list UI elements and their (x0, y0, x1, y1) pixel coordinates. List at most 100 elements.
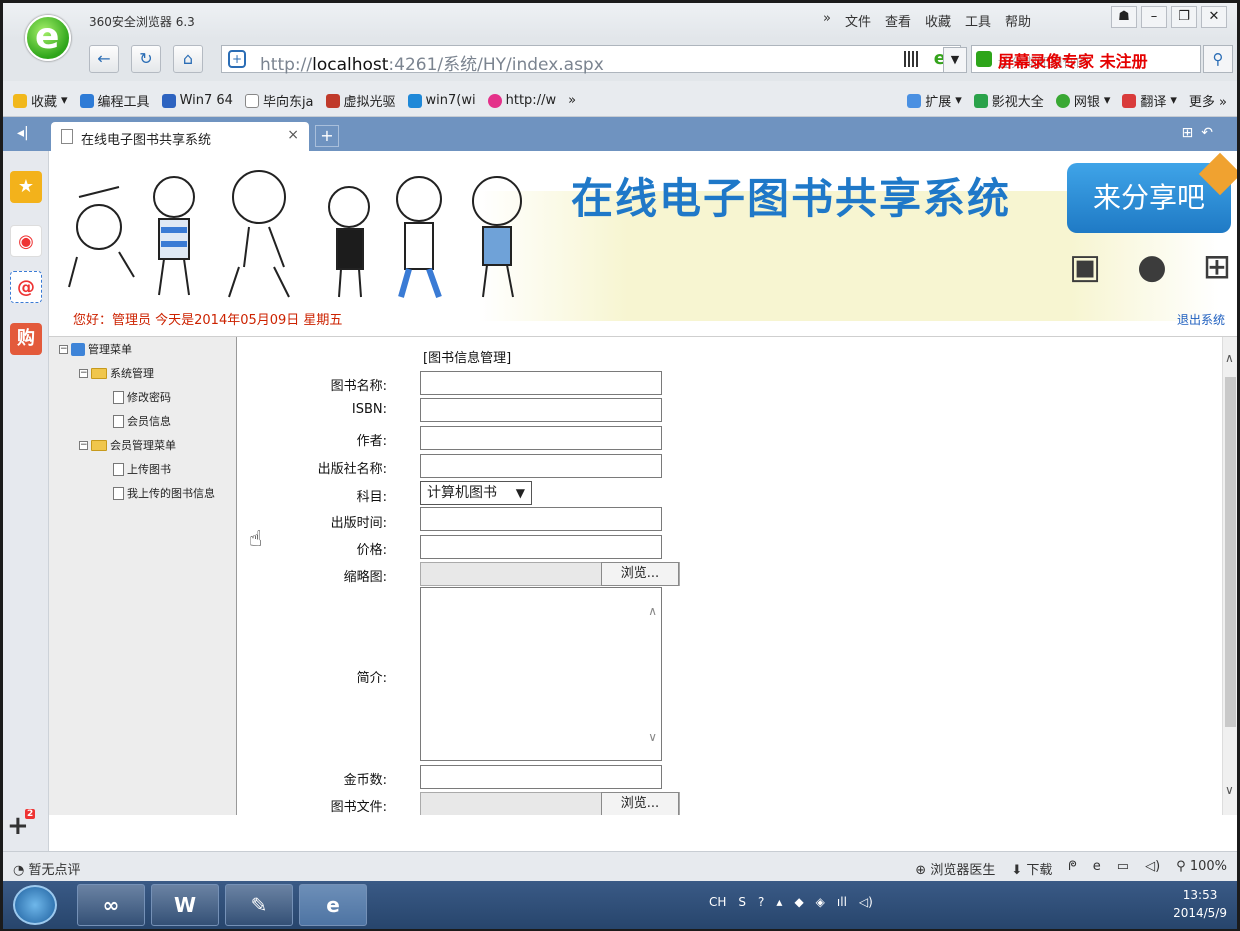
fav-programming[interactable]: 编程工具 (79, 91, 150, 110)
fav-win7wi[interactable]: win7(wi (407, 91, 476, 110)
tree-root[interactable]: − 管理菜单 (59, 341, 132, 357)
restore-button[interactable]: ❐ (1171, 6, 1197, 28)
scroll-up-icon[interactable]: ∧ (648, 604, 657, 618)
star-folder-icon (13, 93, 27, 108)
scroll-thumb[interactable] (1225, 377, 1236, 727)
scroll-up-icon[interactable]: ∧ (1225, 351, 1234, 365)
refresh-icon[interactable]: ↻ (131, 45, 161, 73)
mode-icon[interactable]: ᖘ (1068, 859, 1076, 878)
fav-virtual-drive[interactable]: 虚拟光驱 (325, 91, 396, 110)
qr-code-icon[interactable] (904, 51, 920, 67)
start-button[interactable] (13, 885, 57, 925)
yen-icon (1055, 93, 1070, 108)
tree-item-my-books[interactable]: 我上传的图书信息 (113, 485, 215, 501)
page-comment[interactable]: ◔ 暂无点评 (13, 859, 81, 878)
home-icon[interactable]: ⌂ (173, 45, 203, 73)
skin-icon[interactable]: ☗ (1111, 6, 1137, 28)
author-field[interactable] (420, 426, 662, 450)
tree-item-change-password[interactable]: 修改密码 (113, 389, 171, 405)
add-sidebar-icon[interactable]: +2 (7, 809, 36, 841)
minimize-button[interactable]: – (1141, 6, 1167, 28)
weibo-icon[interactable]: ◉ (10, 225, 42, 257)
menu-favorites[interactable]: 收藏 (925, 11, 951, 30)
zoom-level[interactable]: ⚲ 100% (1176, 859, 1227, 878)
publisher-field[interactable] (420, 454, 662, 478)
collapse-icon[interactable]: − (79, 440, 88, 450)
close-button[interactable]: ✕ (1201, 6, 1227, 28)
download[interactable]: ⬇ 下载 (1011, 859, 1052, 878)
mail-icon[interactable]: @ (10, 271, 42, 303)
drive-icon (325, 93, 340, 108)
search-icon[interactable]: ⚲ (1203, 45, 1233, 73)
tree-item-upload-book[interactable]: 上传图书 (113, 461, 171, 477)
tree-group-member[interactable]: − 会员管理菜单 (79, 437, 176, 453)
menu-more[interactable]: » (823, 11, 831, 30)
tab-tools[interactable]: ⊞↶ (1182, 125, 1221, 141)
fav-bank[interactable]: 网银 ▾ (1055, 91, 1110, 110)
fav-translate[interactable]: 翻译 ▾ (1122, 91, 1177, 110)
intro-textarea[interactable]: ∧ ∨ (420, 587, 662, 761)
taskbar-notepad-icon[interactable]: ✎ (225, 884, 293, 926)
back-icon[interactable]: ← (89, 45, 119, 73)
fav-http[interactable]: http://w (487, 91, 556, 110)
thumbnail-file-input[interactable]: 浏览... (420, 562, 680, 586)
new-tab-button[interactable]: + (315, 125, 339, 147)
url-text[interactable]: http://localhost:4261/系统/HY/index.aspx (260, 50, 604, 75)
taskbar-360-browser-icon[interactable]: e (299, 884, 367, 926)
network-icon[interactable]: ıll (837, 895, 847, 909)
security-shield-icon[interactable]: + (228, 50, 246, 68)
ie-icon[interactable]: e (1093, 859, 1101, 878)
collapse-icon[interactable]: − (79, 368, 88, 378)
book-file-browse-button[interactable]: 浏览... (601, 792, 679, 815)
menu-file[interactable]: 文件 (845, 11, 871, 30)
subject-select[interactable]: 计算机图书 ▼ (420, 481, 532, 505)
search-input[interactable]: 让分期知道你的 屏幕录像专家 未注册 (971, 45, 1201, 73)
fav-video[interactable]: 影视大全 (973, 91, 1044, 110)
taskbar-word-icon[interactable]: W (151, 884, 219, 926)
pub-time-field[interactable] (420, 507, 662, 531)
favorites-star-icon[interactable]: ★ (10, 171, 42, 203)
price-field[interactable] (420, 535, 662, 559)
share-button[interactable]: 来分享吧 (1067, 152, 1237, 233)
book-name-field[interactable] (420, 371, 662, 395)
ime-icon[interactable]: S (738, 895, 746, 909)
fav-more[interactable]: » (568, 91, 576, 110)
menu-help[interactable]: 帮助 (1005, 11, 1031, 30)
page-scrollbar[interactable]: ∧ ∨ (1222, 337, 1237, 815)
collapse-icon[interactable]: − (59, 344, 68, 354)
coins-field[interactable] (420, 765, 662, 789)
language-indicator[interactable]: CH (709, 895, 726, 909)
browser-doctor[interactable]: ⊕ 浏览器医生 (915, 859, 995, 878)
shopping-icon[interactable]: 购 (10, 323, 42, 355)
fav-win7[interactable]: Win7 64 (161, 91, 233, 110)
tree-group-system[interactable]: − 系统管理 (79, 365, 154, 381)
tree-item-member-info[interactable]: 会员信息 (113, 413, 171, 429)
tab-close-icon[interactable]: × (287, 127, 299, 143)
search-engine-icon[interactable] (976, 51, 992, 67)
scroll-down-icon[interactable]: ∨ (1225, 783, 1234, 797)
logout-link[interactable]: 退出系统 (1177, 311, 1225, 328)
menu-view[interactable]: 查看 (885, 11, 911, 30)
scroll-down-icon[interactable]: ∨ (648, 730, 657, 744)
address-bar[interactable]: + http://localhost:4261/系统/HY/index.aspx… (221, 45, 961, 75)
isbn-field[interactable] (420, 398, 662, 422)
fav-collect[interactable]: 收藏 ▾ (13, 91, 68, 110)
fav-extensions[interactable]: 扩展 ▾ (907, 91, 962, 110)
tray-app-icon[interactable]: ◆ (794, 895, 803, 909)
menu-tools[interactable]: 工具 (965, 11, 991, 30)
tab-active[interactable]: 在线电子图书共享系统 × (51, 122, 309, 151)
thumbnail-browse-button[interactable]: 浏览... (601, 562, 679, 586)
taskbar-visual-studio-icon[interactable]: ∞ (77, 884, 145, 926)
volume-icon[interactable]: ◁) (859, 895, 873, 909)
volume-icon[interactable]: ◁) (1145, 859, 1160, 878)
help-icon[interactable]: ? (758, 895, 764, 909)
address-dropdown-icon[interactable]: ▼ (943, 47, 967, 73)
book-file-input[interactable]: 浏览... (420, 792, 680, 815)
clock[interactable]: 13:53 2014/5/9 (1173, 886, 1227, 922)
fav-more-right[interactable]: 更多 » (1189, 91, 1227, 110)
fav-bixiangdong[interactable]: 毕向东ja (244, 91, 314, 110)
tray-expand-icon[interactable]: ▴ (776, 895, 782, 909)
sidebar-toggle-icon[interactable]: ◂| (17, 125, 29, 141)
window-icon[interactable]: ▭ (1117, 859, 1129, 878)
shield-icon[interactable]: ◈ (816, 895, 825, 909)
